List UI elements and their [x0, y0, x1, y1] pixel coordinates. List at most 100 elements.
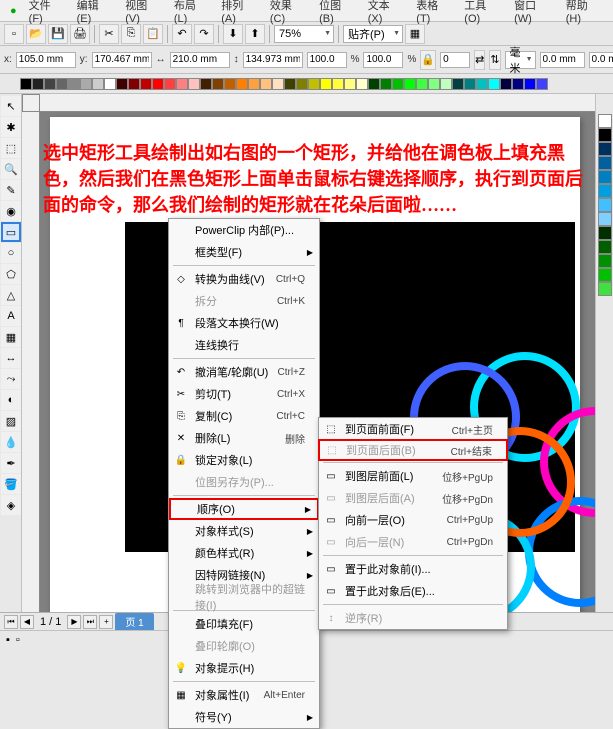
color-swatch[interactable] [32, 78, 44, 90]
ctx-item[interactable]: 对象样式(S)▶ [169, 520, 319, 542]
ctx-item[interactable]: 符号(Y)▶ [169, 706, 319, 728]
color-swatch[interactable] [598, 240, 612, 254]
color-swatch[interactable] [164, 78, 176, 90]
page-last[interactable]: ⏭ [83, 615, 97, 629]
ctx-item[interactable]: PowerClip 内部(P)... [169, 219, 319, 241]
color-swatch[interactable] [224, 78, 236, 90]
page-prev[interactable]: ◀ [20, 615, 34, 629]
color-swatch[interactable] [598, 226, 612, 240]
ellipse-tool[interactable]: ○ [1, 243, 21, 263]
ctx-item[interactable]: ◇转换为曲线(V)Ctrl+Q [169, 268, 319, 290]
ruler-v[interactable] [22, 112, 40, 634]
polygon-tool[interactable]: ⬠ [1, 264, 21, 284]
undo-btn[interactable]: ↶ [172, 24, 192, 44]
ctx-item[interactable]: 💡对象提示(H) [169, 657, 319, 679]
ctx-item[interactable]: 顺序(O)▶ [169, 498, 319, 520]
color-swatch[interactable] [598, 282, 612, 296]
ctx-item[interactable]: 🔒锁定对象(L) [169, 449, 319, 471]
import-btn[interactable]: ⬇ [223, 24, 243, 44]
ctx-item[interactable]: ✂剪切(T)Ctrl+X [169, 383, 319, 405]
color-swatch[interactable] [116, 78, 128, 90]
color-swatch[interactable] [416, 78, 428, 90]
redo-btn[interactable]: ↷ [194, 24, 214, 44]
color-swatch[interactable] [272, 78, 284, 90]
color-swatch[interactable] [308, 78, 320, 90]
color-swatch[interactable] [598, 142, 612, 156]
freehand-tool[interactable]: ✎ [1, 180, 21, 200]
snap-dropdown[interactable]: 贴齐(P) [343, 25, 403, 43]
color-swatch[interactable] [488, 78, 500, 90]
h-input[interactable] [243, 52, 303, 68]
ctx-item[interactable]: ▦对象属性(I)Alt+Enter [169, 684, 319, 706]
color-swatch[interactable] [296, 78, 308, 90]
text-tool[interactable]: A [1, 306, 21, 326]
color-swatch[interactable] [140, 78, 152, 90]
ctx-item[interactable]: ✕删除(L)删除 [169, 427, 319, 449]
x-input[interactable] [16, 52, 76, 68]
new-btn[interactable]: ▫ [4, 24, 24, 44]
color-swatch[interactable] [68, 78, 80, 90]
color-swatch[interactable] [440, 78, 452, 90]
color-swatch[interactable] [260, 78, 272, 90]
color-swatch[interactable] [524, 78, 536, 90]
cut-btn[interactable]: ✂ [99, 24, 119, 44]
color-swatch[interactable] [188, 78, 200, 90]
ctx-item[interactable]: 叠印填充(F) [169, 613, 319, 635]
lock-ratio[interactable]: 🔒 [420, 50, 436, 70]
color-swatch[interactable] [428, 78, 440, 90]
color-swatch[interactable] [464, 78, 476, 90]
color-swatch[interactable] [212, 78, 224, 90]
unit-dropdown[interactable]: 毫米 [505, 51, 536, 69]
color-swatch[interactable] [128, 78, 140, 90]
rot-input[interactable] [440, 52, 470, 68]
mm2-input[interactable] [589, 52, 613, 68]
page-first[interactable]: ⏮ [4, 615, 18, 629]
color-swatch[interactable] [200, 78, 212, 90]
menu-item[interactable]: 窗口(W) [508, 0, 560, 27]
color-swatch[interactable] [598, 170, 612, 184]
menu-item[interactable]: 效果(C) [264, 0, 313, 27]
shape-tool[interactable]: ✱ [1, 117, 21, 137]
color-swatch[interactable] [284, 78, 296, 90]
export-btn[interactable]: ⬆ [245, 24, 265, 44]
ctx-item[interactable]: ⎘复制(C)Ctrl+C [169, 405, 319, 427]
rectangle-tool[interactable]: ▭ [1, 222, 21, 242]
color-swatch[interactable] [392, 78, 404, 90]
zoom-dropdown[interactable]: 75% [274, 25, 334, 43]
options-btn[interactable]: ▦ [405, 24, 425, 44]
mm1-input[interactable] [540, 52, 585, 68]
ctx-item[interactable]: 颜色样式(R)▶ [169, 542, 319, 564]
submenu-item[interactable]: ▭到图层前面(L)位移+PgUp [319, 465, 507, 487]
color-swatch[interactable] [236, 78, 248, 90]
page-add[interactable]: + [99, 615, 113, 629]
color-swatch[interactable] [92, 78, 104, 90]
open-btn[interactable]: 📂 [26, 24, 46, 44]
eyedropper-tool[interactable]: 💧 [1, 432, 21, 452]
y-input[interactable] [92, 52, 152, 68]
color-swatch[interactable] [598, 254, 612, 268]
color-swatch[interactable] [476, 78, 488, 90]
ruler-h[interactable] [40, 94, 595, 112]
save-btn[interactable]: 💾 [48, 24, 68, 44]
color-swatch[interactable] [598, 212, 612, 226]
color-swatch[interactable] [598, 198, 612, 212]
fill-tool[interactable]: 🪣 [1, 474, 21, 494]
color-swatch[interactable] [404, 78, 416, 90]
color-swatch[interactable] [104, 78, 116, 90]
zoom-tool[interactable]: 🔍 [1, 159, 21, 179]
submenu-item[interactable]: ⬚到页面前面(F)Ctrl+主页 [319, 418, 507, 440]
color-swatch[interactable] [176, 78, 188, 90]
color-swatch[interactable] [356, 78, 368, 90]
color-swatch[interactable] [20, 78, 32, 90]
print-btn[interactable]: 🖨 [70, 24, 90, 44]
ctx-item[interactable]: ↶撤消笔/轮廓(U)Ctrl+Z [169, 361, 319, 383]
pct2-input[interactable] [363, 52, 403, 68]
page-next[interactable]: ▶ [67, 615, 81, 629]
color-swatch[interactable] [44, 78, 56, 90]
menu-item[interactable]: 文本(X) [362, 0, 411, 27]
color-swatch[interactable] [598, 156, 612, 170]
outline-tool[interactable]: ✒ [1, 453, 21, 473]
transparency-tool[interactable]: ▨ [1, 411, 21, 431]
submenu-item[interactable]: ▭置于此对象后(E)... [319, 580, 507, 602]
mirror-v[interactable]: ⇅ [489, 50, 500, 70]
